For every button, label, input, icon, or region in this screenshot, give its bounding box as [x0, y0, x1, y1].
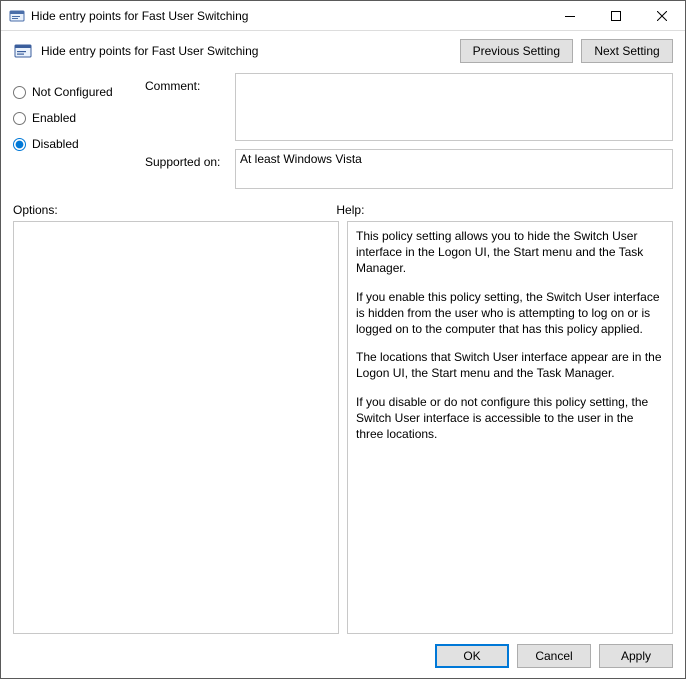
radio-enabled[interactable]: Enabled — [13, 105, 133, 131]
radio-disabled-input[interactable] — [13, 138, 26, 151]
help-paragraph: If you disable or do not configure this … — [356, 394, 664, 443]
next-setting-button[interactable]: Next Setting — [581, 39, 673, 63]
radio-enabled-label: Enabled — [32, 111, 76, 125]
minimize-button[interactable] — [547, 1, 593, 31]
help-paragraph: The locations that Switch User interface… — [356, 349, 664, 381]
options-pane — [13, 221, 339, 634]
field-values — [235, 73, 673, 189]
comment-textarea[interactable] — [235, 73, 673, 141]
dialog-buttons: OK Cancel Apply — [13, 634, 673, 668]
policy-title: Hide entry points for Fast User Switchin… — [41, 44, 452, 58]
radio-not-configured[interactable]: Not Configured — [13, 79, 133, 105]
maximize-button[interactable] — [593, 1, 639, 31]
help-paragraph: This policy setting allows you to hide t… — [356, 228, 664, 277]
help-label: Help: — [336, 203, 673, 217]
apply-button[interactable]: Apply — [599, 644, 673, 668]
radio-disabled-label: Disabled — [32, 137, 79, 151]
previous-setting-button[interactable]: Previous Setting — [460, 39, 573, 63]
options-label: Options: — [13, 203, 336, 217]
policy-icon — [13, 41, 33, 61]
radio-enabled-input[interactable] — [13, 112, 26, 125]
cancel-button[interactable]: Cancel — [517, 644, 591, 668]
radio-disabled[interactable]: Disabled — [13, 131, 133, 157]
field-labels: Comment: Supported on: — [145, 73, 223, 189]
comment-label: Comment: — [145, 79, 223, 93]
radio-not-configured-input[interactable] — [13, 86, 26, 99]
panes: This policy setting allows you to hide t… — [13, 221, 673, 634]
ok-button[interactable]: OK — [435, 644, 509, 668]
settings-area: Not Configured Enabled Disabled Comment:… — [13, 73, 673, 189]
policy-header: Hide entry points for Fast User Switchin… — [13, 39, 673, 63]
section-labels: Options: Help: — [13, 203, 673, 217]
supported-label: Supported on: — [145, 155, 223, 169]
close-button[interactable] — [639, 1, 685, 31]
supported-textarea — [235, 149, 673, 189]
help-paragraph: If you enable this policy setting, the S… — [356, 289, 664, 338]
radio-not-configured-label: Not Configured — [32, 85, 113, 99]
policy-window-icon — [9, 8, 25, 24]
window-title: Hide entry points for Fast User Switchin… — [31, 9, 248, 23]
titlebar: Hide entry points for Fast User Switchin… — [1, 1, 685, 31]
help-pane[interactable]: This policy setting allows you to hide t… — [347, 221, 673, 634]
state-radios: Not Configured Enabled Disabled — [13, 73, 133, 189]
